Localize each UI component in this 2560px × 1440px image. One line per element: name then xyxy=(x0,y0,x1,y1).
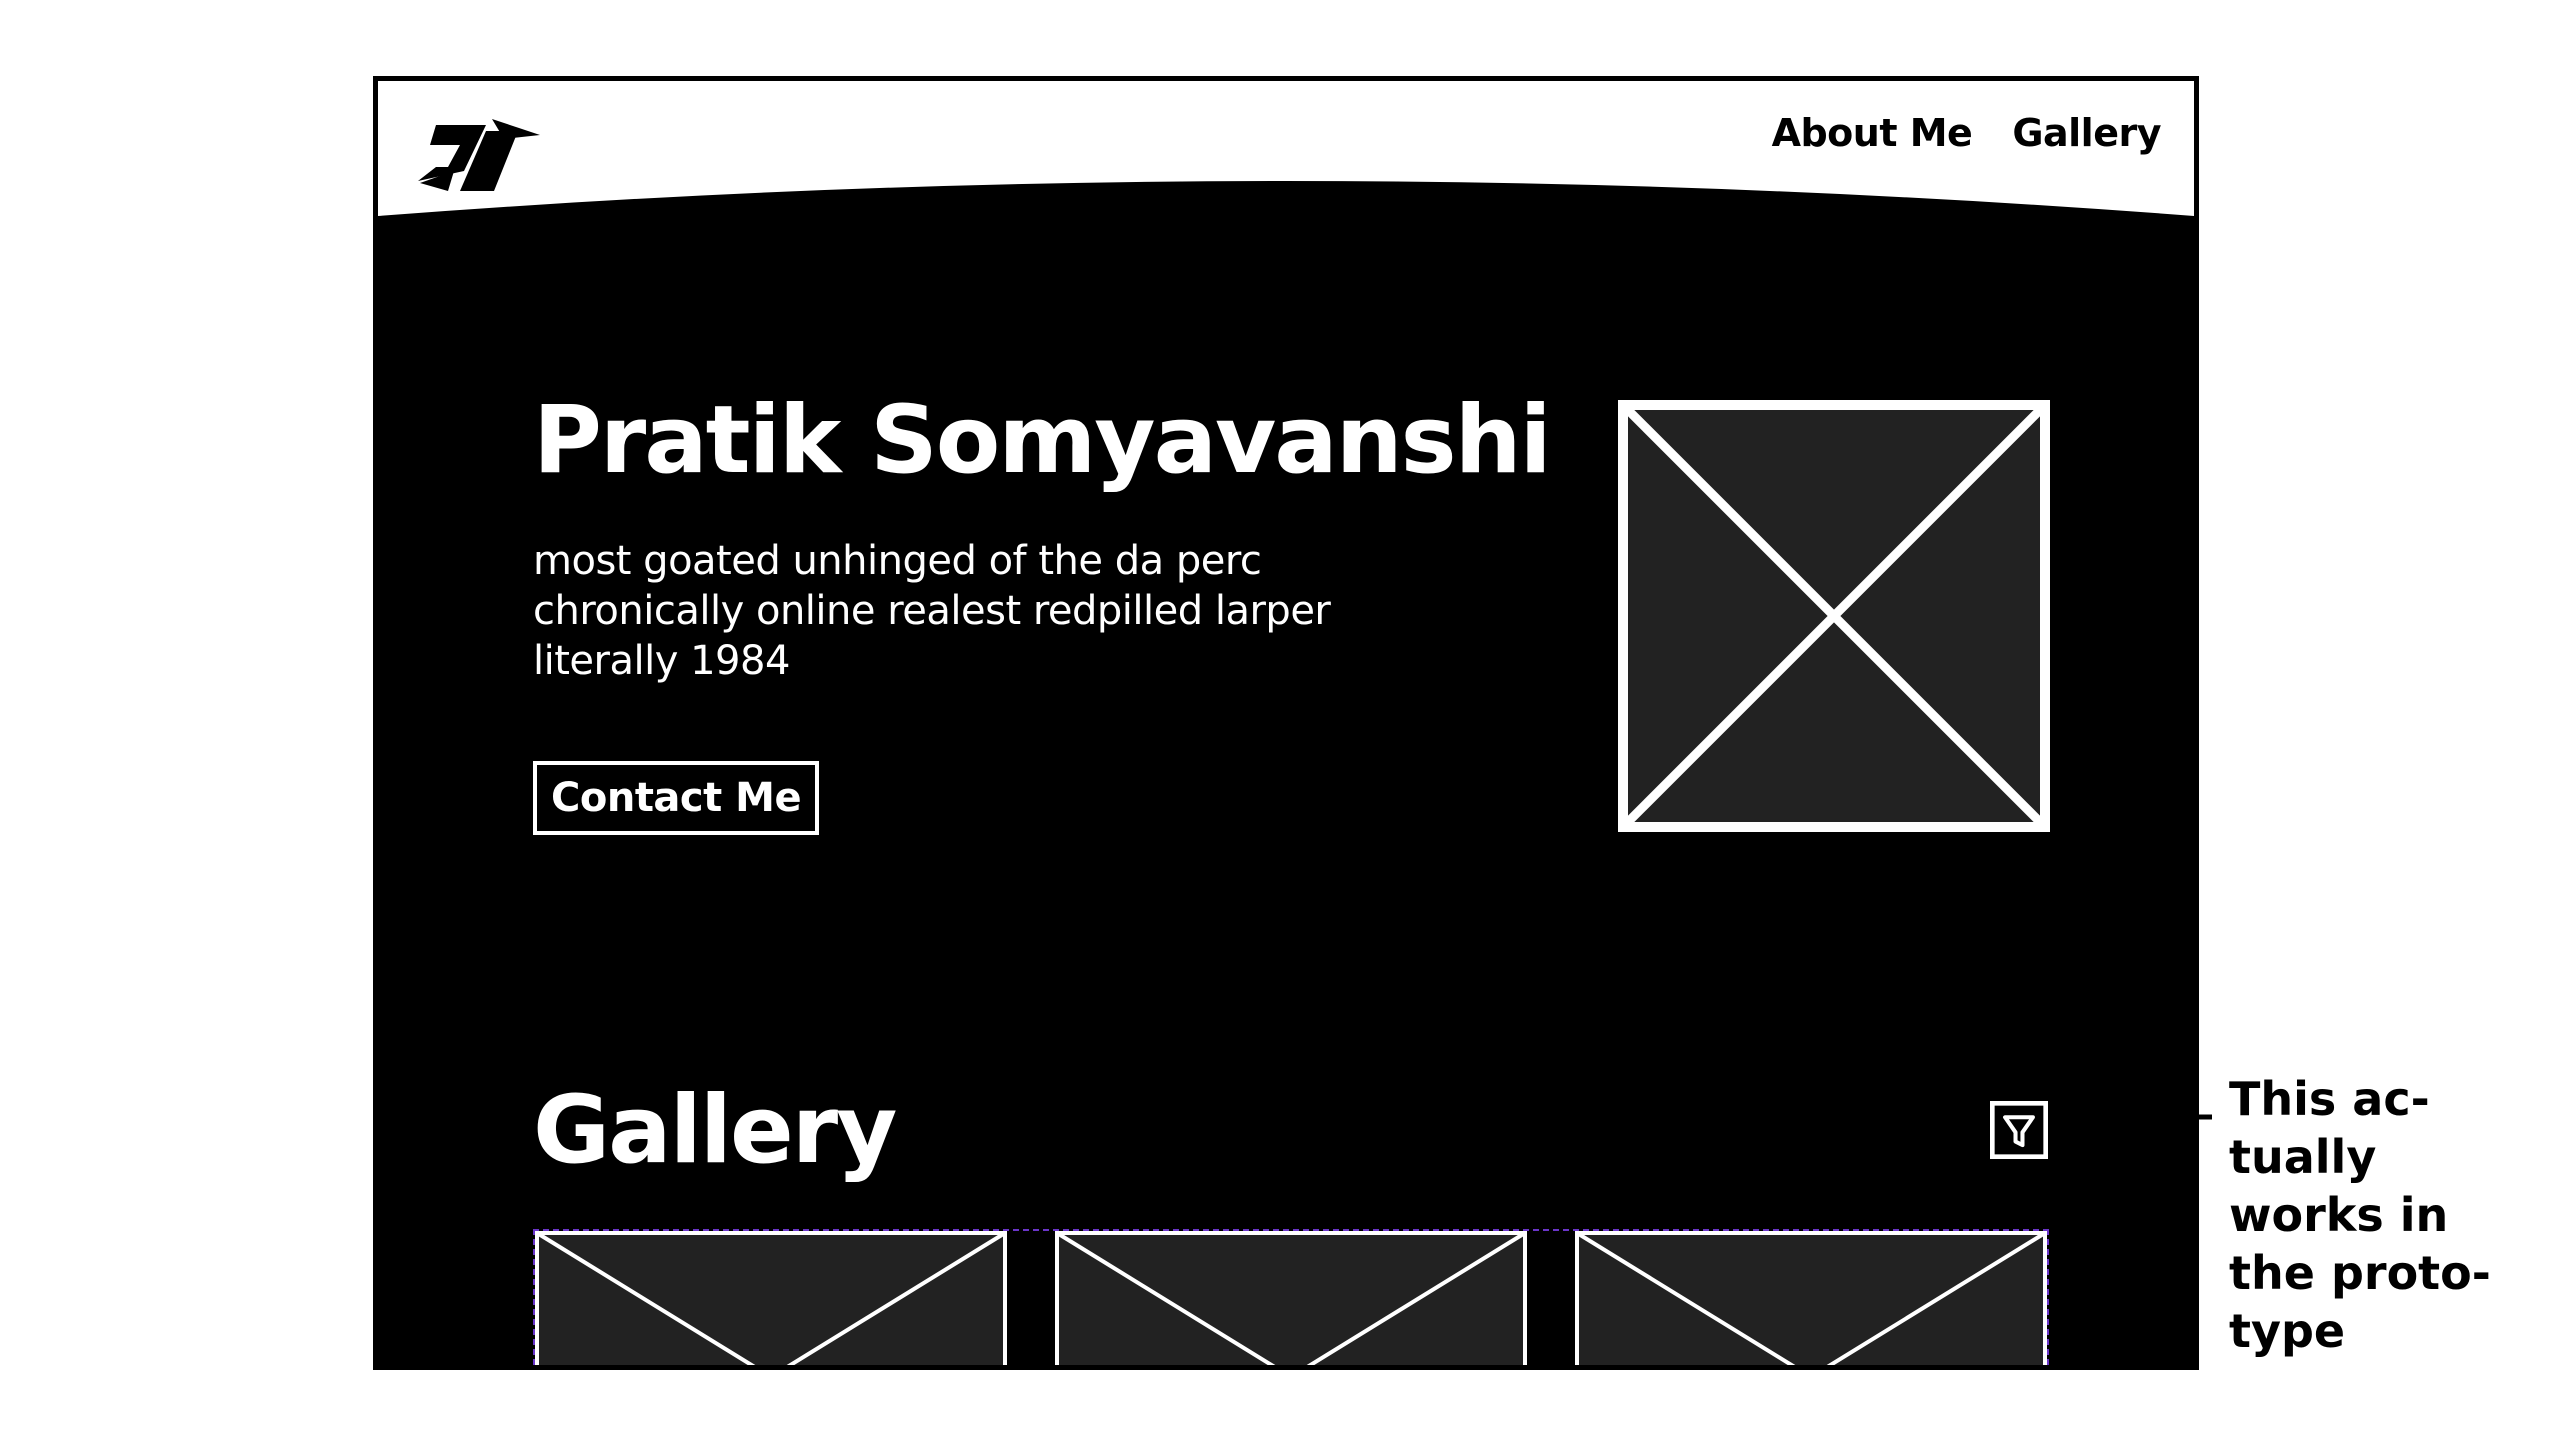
hero-subtitle: most goated unhinged of the da perc chro… xyxy=(533,536,1393,686)
filter-icon[interactable] xyxy=(1990,1101,2048,1159)
main-nav: About Me Gallery xyxy=(1772,111,2162,155)
hero-title: Pratik Somyavanshi xyxy=(533,386,1552,495)
hero-subtitle-line: chronically online realest redpilled lar… xyxy=(533,588,1331,634)
gallery-grid xyxy=(533,1229,2049,1370)
hero-subtitle-line: most goated unhinged of the da perc xyxy=(533,538,1262,584)
annotation-line: the proto- xyxy=(2229,1246,2491,1300)
gallery-thumbnail-icon[interactable] xyxy=(535,1231,1007,1370)
annotation-line: This ac- xyxy=(2229,1072,2430,1126)
nav-about-me[interactable]: About Me xyxy=(1772,111,1973,155)
annotation-line: works in xyxy=(2229,1188,2449,1242)
website-frame: About Me Gallery Pratik Somyavanshi most… xyxy=(373,76,2199,1370)
hero-subtitle-line: literally 1984 xyxy=(533,638,790,684)
gallery-thumbnail-icon[interactable] xyxy=(1055,1231,1527,1370)
gallery-heading: Gallery xyxy=(533,1076,897,1185)
gallery-thumbnail-icon[interactable] xyxy=(1575,1231,2047,1370)
annotation-line: tually xyxy=(2229,1130,2377,1184)
annotation-line: type xyxy=(2229,1304,2346,1358)
arrow-left-icon xyxy=(2077,1102,2212,1132)
canvas: About Me Gallery Pratik Somyavanshi most… xyxy=(0,0,2560,1440)
contact-me-button[interactable]: Contact Me xyxy=(533,761,820,835)
nav-gallery[interactable]: Gallery xyxy=(2012,111,2161,155)
annotation-note: This ac- tually works in the proto- type xyxy=(2229,1070,2529,1360)
header-background xyxy=(378,81,2194,216)
image-placeholder-icon xyxy=(1618,400,2050,832)
brand-logo-icon[interactable] xyxy=(408,111,543,191)
